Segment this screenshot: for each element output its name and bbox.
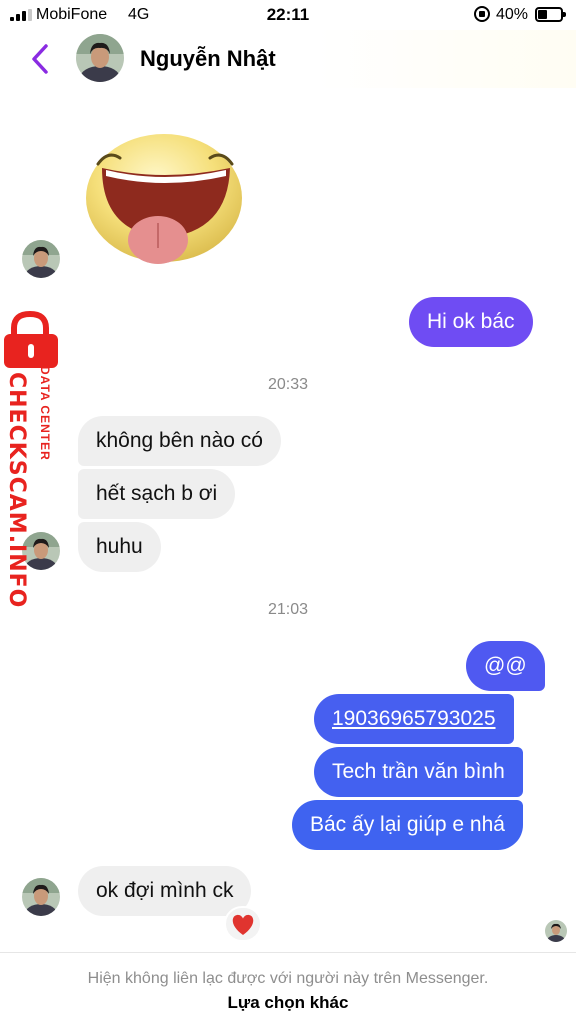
orientation-lock-icon xyxy=(474,6,490,22)
heart-icon xyxy=(232,914,254,935)
seen-receipt-avatar xyxy=(545,920,567,942)
outgoing-message[interactable]: Tech trần văn bình xyxy=(314,747,523,797)
incoming-message[interactable]: huhu xyxy=(78,522,161,572)
watermark-text: CHECKSCAM.INFO xyxy=(4,372,29,609)
incoming-message[interactable]: hết sạch b ơi xyxy=(78,469,236,519)
contact-name[interactable]: Nguyễn Nhật xyxy=(140,46,276,72)
unavailable-notice: Hiện không liên lạc được với người này t… xyxy=(87,970,489,987)
chat-header: Nguyễn Nhật xyxy=(0,30,576,88)
outgoing-message-phone[interactable]: 19036965793025 xyxy=(314,694,514,744)
checkscam-watermark: CHECKSCAM.INFO DATA CENTER xyxy=(0,310,66,608)
chevron-left-icon[interactable] xyxy=(26,42,56,76)
watermark-subtext: DATA CENTER xyxy=(38,366,52,461)
sender-avatar[interactable] xyxy=(22,240,60,278)
outgoing-message[interactable]: @@ xyxy=(466,641,545,691)
message-timestamp: 21:03 xyxy=(267,601,309,618)
heart-reaction[interactable] xyxy=(224,906,262,942)
phone-number-link[interactable]: 19036965793025 xyxy=(332,707,496,730)
other-options-button[interactable]: Lựa chọn khác xyxy=(0,993,576,1013)
battery-percentage: 40% xyxy=(496,6,529,23)
message-timestamp: 20:33 xyxy=(267,376,309,393)
incoming-message[interactable]: không bên nào có xyxy=(78,416,281,466)
contact-avatar[interactable] xyxy=(76,34,124,82)
battery-icon xyxy=(535,7,566,22)
status-bar: MobiFone 4G 22:11 40% xyxy=(0,0,576,30)
outgoing-message[interactable]: Bác ấy lại giúp e nhá xyxy=(292,800,523,850)
footer-divider xyxy=(0,952,576,953)
sender-avatar[interactable] xyxy=(22,878,60,916)
laughing-tongue-sticker[interactable] xyxy=(80,128,250,266)
outgoing-message[interactable]: Hi ok bác xyxy=(409,297,533,347)
